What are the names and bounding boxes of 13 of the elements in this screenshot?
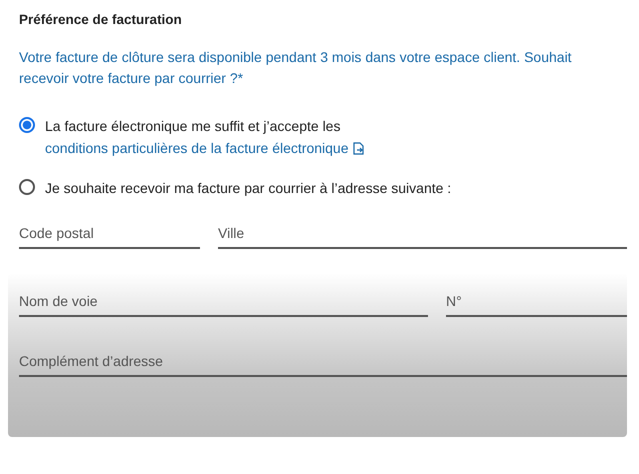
radio-button[interactable] — [19, 117, 35, 133]
terms-link[interactable]: conditions particulières de la facture électronique — [45, 140, 366, 156]
input-field[interactable]: Ville — [218, 219, 627, 249]
input-field[interactable]: Nom de voie — [19, 287, 428, 317]
document-icon — [352, 142, 366, 155]
option-label: Je souhaite recevoir ma facture par courrier à l’adresse suivante : — [45, 179, 452, 198]
input-field[interactable]: N° — [446, 287, 627, 317]
section-title: Préférence de facturation — [19, 12, 183, 27]
input-field[interactable]: Code postal — [19, 219, 200, 249]
input-field[interactable]: Complément d’adresse — [19, 347, 627, 377]
radio-button[interactable] — [19, 179, 35, 195]
option-label: La facture électronique me suffit et j’accepte les conditions particulières de la facture électronique — [45, 115, 615, 159]
intro-text: Votre facture de clôture sera disponible pendant 3 mois dans votre espace client. Souhait recevoir votre facture par courrier ?* — [19, 48, 573, 88]
